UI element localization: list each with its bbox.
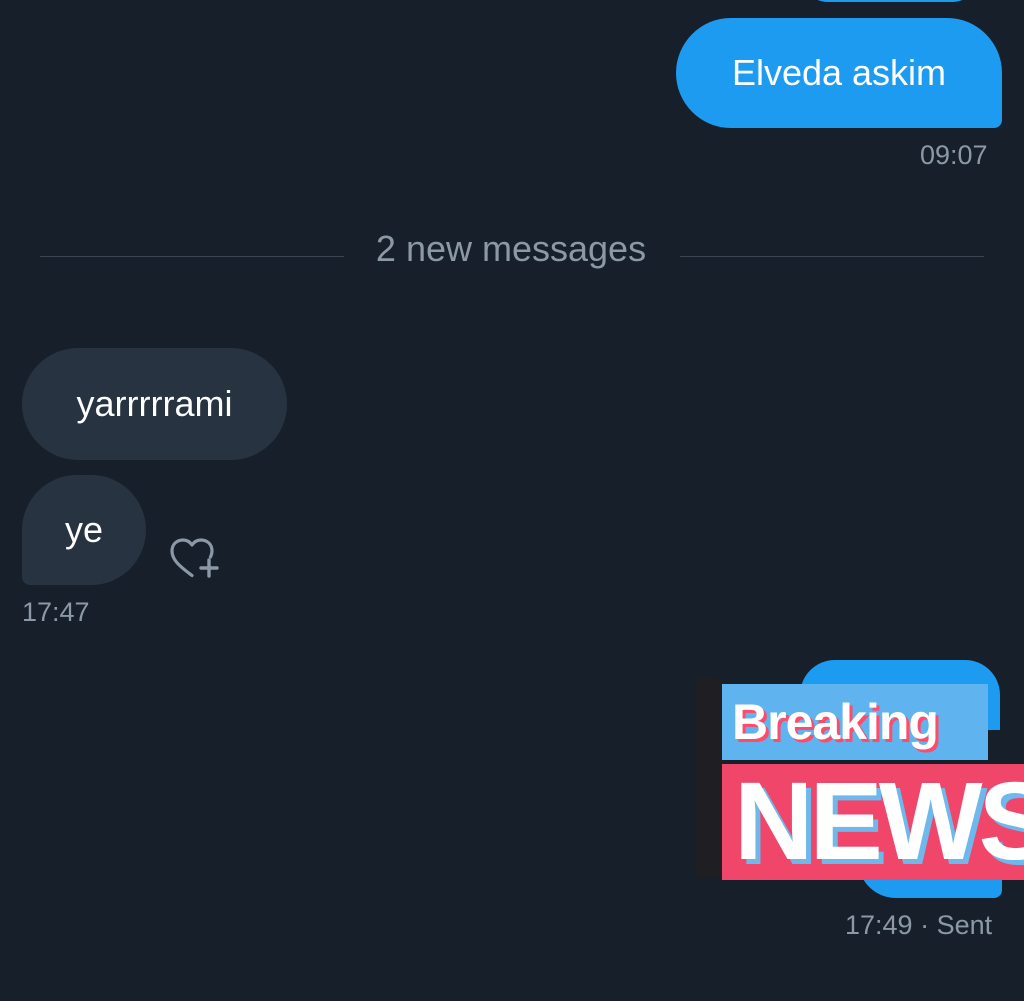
breaking-label: Breaking bbox=[732, 694, 939, 750]
divider-line-right bbox=[680, 256, 984, 257]
message-timestamp: 17:49 · Sent bbox=[845, 910, 992, 941]
message-text: Elveda askim bbox=[731, 52, 947, 93]
heart-plus-icon[interactable] bbox=[168, 534, 224, 582]
incoming-message-bubble[interactable]: ye bbox=[22, 475, 146, 585]
message-text: yarrrrrami bbox=[76, 383, 233, 424]
message-timestamp: 09:07 bbox=[920, 140, 988, 170]
divider-line-left bbox=[40, 256, 344, 257]
outgoing-message-bubble[interactable]: Elveda askim bbox=[676, 18, 1002, 128]
message-timestamp: 17:47 bbox=[22, 597, 90, 627]
timestamp-time: 17:49 bbox=[845, 910, 913, 940]
sticker-shadow bbox=[696, 677, 724, 879]
message-text: ye bbox=[64, 509, 104, 550]
breaking-banner: Breaking bbox=[722, 684, 988, 760]
breaking-news-sticker[interactable]: Breaking NEWS bbox=[694, 660, 1024, 898]
dm-conversation-screen: Elveda askim 09:07 2 new messages yarrrr… bbox=[0, 0, 1024, 1001]
previous-outgoing-bubble-partial[interactable] bbox=[800, 0, 980, 2]
news-banner: NEWS bbox=[722, 764, 1024, 880]
news-label: NEWS bbox=[734, 764, 1024, 880]
new-messages-divider-label: 2 new messages bbox=[375, 228, 647, 269]
incoming-message-bubble[interactable]: yarrrrrami bbox=[22, 348, 287, 460]
delivery-status: · Sent bbox=[920, 910, 993, 940]
